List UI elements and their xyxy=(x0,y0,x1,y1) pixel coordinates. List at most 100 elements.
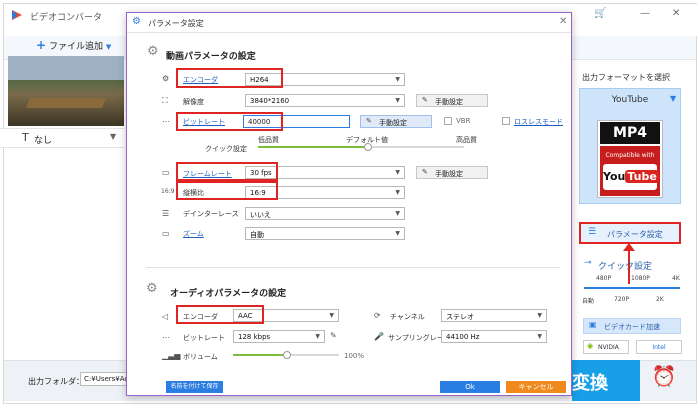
add-file-button[interactable]: + ファイル追加 ▼ xyxy=(36,38,111,52)
deinterlace-select[interactable]: いいえ ▼ xyxy=(245,207,405,220)
convert-label: 変換 xyxy=(572,373,608,394)
samplerate-value: 44100 Hz xyxy=(446,333,480,341)
volume-label: ボリューム xyxy=(183,353,218,361)
nvidia-label: NVIDIA xyxy=(598,344,619,351)
dialog-close-button[interactable]: ✕ xyxy=(559,16,567,27)
highlight-box-framerate xyxy=(176,162,278,181)
manual-settings-label: 手動設定 xyxy=(435,98,463,106)
youtube-you: You xyxy=(603,170,626,183)
audio-bitrate-select[interactable]: 128 kbps ▼ xyxy=(233,330,325,343)
highlight-box-aspect xyxy=(176,181,278,200)
chevron-down-icon: ▼ xyxy=(395,76,400,83)
quick-settings-slider[interactable] xyxy=(584,287,680,289)
quick-tick-720p: 720P xyxy=(614,296,630,303)
output-folder-label: 出力フォルダ： xyxy=(28,377,84,386)
video-section-title: 動画パラメータの設定 xyxy=(166,52,256,62)
resolution-value: 3840*2160 xyxy=(250,97,290,105)
bitrate-icon: ⋯ xyxy=(162,333,170,342)
quick-tick-auto: 自動 xyxy=(582,298,595,305)
chevron-down-icon: ▼ xyxy=(395,210,400,217)
output-format-name: YouTube xyxy=(611,95,649,105)
quality-slider-fill xyxy=(258,146,368,148)
nvidia-eye-icon: ◉ xyxy=(587,342,594,350)
app-title: ビデオコンバータ xyxy=(30,13,103,23)
channel-icon: ⟳ xyxy=(374,311,381,320)
parameter-settings-label: パラメータ設定 xyxy=(607,230,663,239)
volume-slider-fill xyxy=(233,354,287,356)
speaker-icon: ◁ xyxy=(162,312,169,321)
chevron-down-icon: ▼ xyxy=(537,312,542,319)
save-as-button[interactable]: 名前を付けて保存 xyxy=(166,381,223,393)
intel-label: Intel xyxy=(652,344,666,351)
resolution-select[interactable]: 3840*2160 ▼ xyxy=(245,94,405,107)
samplerate-select[interactable]: 44100 Hz ▼ xyxy=(441,330,547,343)
zoom-label[interactable]: ズーム xyxy=(183,229,204,239)
chevron-down-icon: ▼ xyxy=(329,312,334,319)
chevron-down-icon: ▼ xyxy=(537,333,542,340)
quality-slider-knob[interactable] xyxy=(364,143,372,151)
channel-value: ステレオ xyxy=(446,313,474,321)
chevron-down-icon[interactable]: ▼ xyxy=(670,94,676,103)
deinterlace-value: いいえ xyxy=(250,211,271,219)
text-icon: T xyxy=(22,131,29,144)
video-settings-icon: ⚙ xyxy=(147,44,159,59)
bitrate-icon: ⋯ xyxy=(162,117,170,126)
app-logo-icon xyxy=(12,10,22,20)
ok-button[interactable]: Ok xyxy=(440,381,500,393)
gpu-icon: ▣ xyxy=(589,320,597,329)
chevron-down-icon: ▼ xyxy=(105,43,112,51)
quality-high-label: 高品質 xyxy=(456,136,477,144)
manual-settings-label: 手動設定 xyxy=(379,119,407,127)
channel-select[interactable]: ステレオ ▼ xyxy=(441,309,547,322)
chevron-down-icon: ▼ xyxy=(315,333,320,340)
subtitle-select[interactable] xyxy=(0,128,124,148)
film-icon: ▭ xyxy=(162,168,170,177)
framerate-manual-button[interactable]: ✎ 手動設定 xyxy=(416,166,488,179)
output-folder-input[interactable]: C:¥Users¥Adm xyxy=(80,372,128,386)
red-arrow-head xyxy=(623,243,635,251)
pencil-icon[interactable]: ✎ xyxy=(330,331,337,340)
deinterlace-icon: ☰ xyxy=(162,209,170,218)
volume-slider-knob[interactable] xyxy=(283,351,291,359)
highlight-box-audio-encoder xyxy=(176,305,264,324)
gpu-acceleration-button[interactable]: ビデオカード加速 xyxy=(583,318,681,334)
resolution-manual-button[interactable]: ✎ 手動設定 xyxy=(416,94,488,107)
microphone-icon: 🎤 xyxy=(374,332,384,341)
subtitle-select-value: なし xyxy=(34,136,53,146)
bitrate-manual-button[interactable]: ✎ 手動設定 xyxy=(360,115,432,128)
alarm-clock-icon[interactable]: ⏰ xyxy=(646,364,682,398)
audio-settings-icon: ⚙ xyxy=(146,281,158,296)
close-button[interactable]: ✕ xyxy=(672,8,680,19)
output-format-title: 出力フォーマットを選択 xyxy=(582,73,670,82)
intel-badge: Intel xyxy=(636,340,682,354)
zoom-value: 自動 xyxy=(250,231,264,239)
highlight-box-encoder xyxy=(176,68,283,88)
cart-icon[interactable]: 🛒 xyxy=(594,8,606,19)
zoom-select[interactable]: 自動 ▼ xyxy=(245,227,405,240)
sliders-icon: ☰ xyxy=(588,227,597,237)
vbr-label: VBR xyxy=(456,117,471,125)
add-file-label: ファイル追加 xyxy=(48,42,103,52)
resolution-label: 解像度 xyxy=(183,98,204,106)
section-divider xyxy=(146,267,560,268)
pencil-icon: ✎ xyxy=(422,96,428,104)
gear-icon: ⚙ xyxy=(162,74,170,83)
youtube-logo: You Tube xyxy=(603,164,659,190)
vbr-checkbox[interactable] xyxy=(444,117,452,125)
chevron-down-icon: ▼ xyxy=(395,169,400,176)
video-thumbnail[interactable] xyxy=(8,56,124,126)
compatible-with-text: Compatible with xyxy=(605,152,655,159)
resize-icon: ⛶ xyxy=(162,96,168,105)
quick-tick-2k: 2K xyxy=(656,296,664,303)
quick-tick-4k: 4K xyxy=(672,275,680,282)
cancel-button[interactable]: キャンセル xyxy=(506,381,566,393)
quality-low-label: 低品質 xyxy=(258,136,279,144)
channel-label: チャンネル xyxy=(390,313,425,321)
lossless-checkbox[interactable] xyxy=(502,117,510,125)
convert-button[interactable]: 変換 xyxy=(572,360,640,401)
minimize-button[interactable]: — xyxy=(640,8,650,19)
lossless-label[interactable]: ロスレスモード xyxy=(514,117,563,127)
chevron-down-icon: ▼ xyxy=(395,230,400,237)
quick-settings-label: クイック設定 xyxy=(205,145,247,153)
quick-settings-label: クイック設定 xyxy=(598,262,653,272)
